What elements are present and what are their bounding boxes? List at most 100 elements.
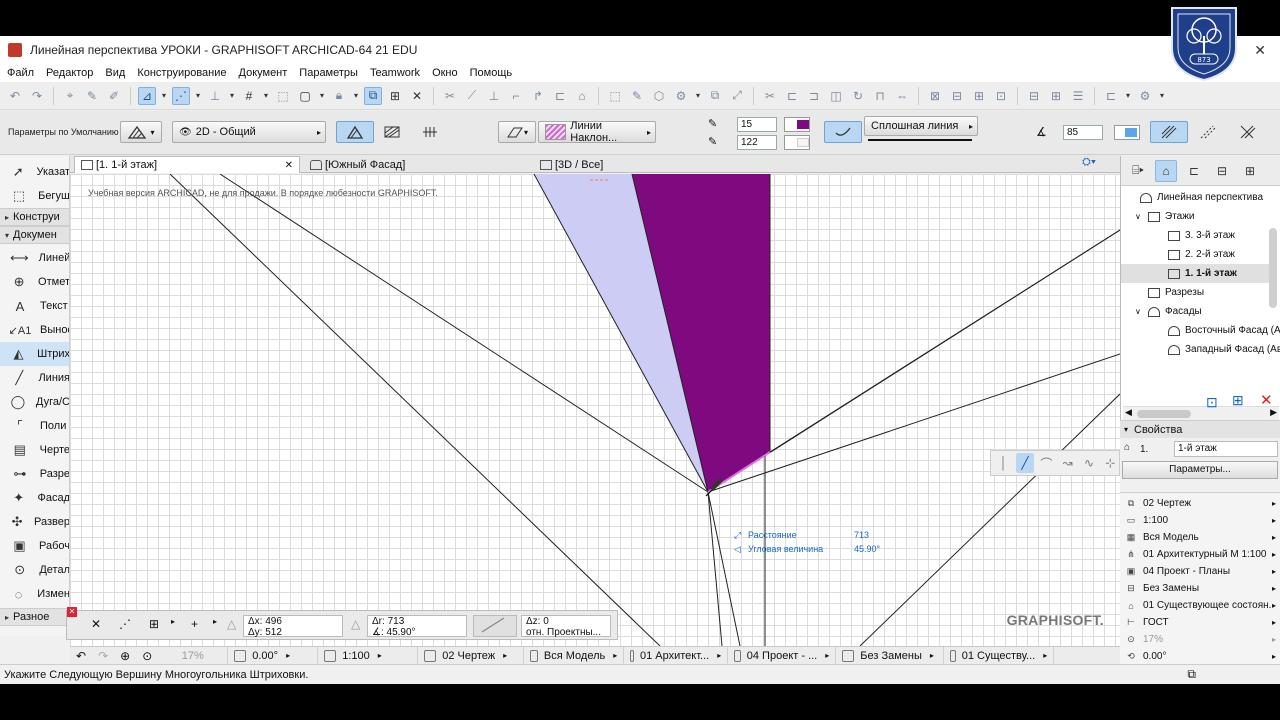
tool-arrow[interactable]: ➚ Указат [0, 160, 69, 184]
mirror-icon[interactable]: ◫ [827, 87, 845, 105]
align-icon[interactable]: ⊏ [783, 87, 801, 105]
rotation-option[interactable]: 0.00° ▸ [228, 646, 319, 665]
dropdown-arrow-icon[interactable]: ▾ [1124, 87, 1132, 105]
pen-set-option[interactable]: 01 Архитект... ▸ [624, 646, 729, 665]
intersect-icon[interactable]: ⌐ [507, 87, 525, 105]
scroll-left-icon[interactable]: ◀ [1125, 407, 1132, 418]
resize-icon[interactable]: ⤢ [728, 87, 746, 105]
dz-toggle[interactable] [473, 615, 517, 637]
stretch-icon[interactable]: ⇔ [893, 87, 911, 105]
undo-icon[interactable]: ↶ [6, 87, 24, 105]
lp-row-override[interactable]: ⊟ Без Замены ▸ [1120, 580, 1280, 597]
tool-fill[interactable]: ◭ Штрих [0, 342, 69, 366]
snap-points-icon[interactable]: ⊥ [206, 87, 224, 105]
tab-floor-plan-1[interactable]: [1. 1-й этаж] ✕ [74, 156, 300, 173]
vertical-scrollbar[interactable] [1269, 228, 1277, 308]
roof-icon[interactable]: ⌂ [573, 87, 591, 105]
project-map-icon[interactable]: ⌂ [1155, 159, 1177, 182]
window-tile-icon[interactable]: ⊟ [1025, 87, 1043, 105]
override-option[interactable]: Без Замены ▸ [836, 646, 945, 665]
dropdown-arrow-icon[interactable]: ▾ [318, 87, 326, 105]
menu-file[interactable]: Файл [0, 67, 40, 79]
floor-plan-canvas[interactable]: Учебная версия ARCHICAD, не для продажи.… [70, 174, 1120, 646]
crosshair-icon[interactable]: + [191, 617, 198, 631]
tab-list-icon[interactable]: ⛭▾ [1082, 156, 1096, 169]
lp-row-layers[interactable]: ⧉ 02 Чертеж ▸ [1120, 495, 1280, 512]
zoom-value[interactable]: 17% [158, 646, 229, 665]
distribute-icon[interactable]: ⊐ [805, 87, 823, 105]
tree-item-east-elevation[interactable]: Восточный Фасад (Ав [1155, 321, 1280, 340]
layout-icon[interactable]: ⊞ [970, 87, 988, 105]
grid-snap-icon[interactable]: # [240, 87, 258, 105]
tool-section[interactable]: ⊶ Разре [0, 462, 69, 486]
status-window-icon[interactable]: ⧉ [1187, 667, 1196, 682]
scale-option[interactable]: 1:100 ▸ [318, 646, 419, 665]
section-marker-icon[interactable]: ⊠ [926, 87, 944, 105]
dropdown-arrow-icon[interactable]: ▾ [262, 87, 270, 105]
lp-row-zoom[interactable]: ⊙ 17% ▸ [1120, 631, 1280, 648]
lp-row-renovation[interactable]: ⌂ 01 Существующее состоян. ▸ [1120, 597, 1280, 614]
tree-item-story-3[interactable]: 3. 3-й этаж [1155, 226, 1235, 245]
lp-row-dimension[interactable]: ⊢ ГОСТ ▸ [1120, 614, 1280, 631]
zoom-in-icon[interactable]: ⊕ [114, 647, 136, 665]
layer-combo-option[interactable]: 02 Чертеж ▸ [418, 646, 525, 665]
teamwork-icon[interactable]: ⊞ [386, 87, 404, 105]
rotate-icon[interactable]: ↻ [849, 87, 867, 105]
fill-settings-button[interactable]: ▾ [120, 121, 162, 143]
fill-mode-cover-button[interactable] [376, 121, 408, 143]
view-map-icon[interactable]: ⊏ [1183, 160, 1205, 182]
dropdown-arrow-icon[interactable]: ▾ [228, 87, 236, 105]
pick-up-icon[interactable]: ⌖ [61, 87, 79, 105]
tree-item-story-1[interactable]: 1. 1-й этаж [1121, 264, 1271, 283]
menu-design[interactable]: Конструирование [131, 67, 232, 79]
tab-south-elevation[interactable]: [Южный Фасад] [304, 156, 530, 173]
layers-icon[interactable]: ⧉ [706, 87, 724, 105]
edit-icon[interactable]: ✎ [628, 87, 646, 105]
dropdown-arrow-icon[interactable]: ▾ [160, 87, 168, 105]
publisher-icon[interactable]: ⊞ [1239, 160, 1261, 182]
tool-elevation[interactable]: ✦ Фасад [0, 486, 69, 510]
navigator-menu-icon[interactable]: ⌸▸ [1127, 160, 1149, 182]
dropdown-arrow-icon[interactable]: ▾ [194, 87, 202, 105]
redo-icon[interactable]: ↷ [28, 87, 46, 105]
tree-item-stories[interactable]: ∨ Этажи [1135, 207, 1195, 226]
tool-interior-elevation[interactable]: ✣ Развер [0, 510, 69, 534]
dropdown-arrow-icon[interactable]: ▾ [352, 87, 360, 105]
settings-button[interactable]: Параметры... [1122, 461, 1278, 479]
snap-mode-icon[interactable]: ⋰ [119, 617, 131, 631]
tool-text[interactable]: A Текст [0, 294, 69, 318]
hotlink-icon[interactable]: ⬡ [650, 87, 668, 105]
menu-help[interactable]: Помощь [464, 67, 519, 79]
group-document[interactable]: ▾ Докумен [0, 226, 69, 244]
menu-view[interactable]: Вид [99, 67, 131, 79]
group-icon[interactable]: ⬚ [606, 87, 624, 105]
line-type-button[interactable] [824, 121, 862, 143]
dr-angle-field[interactable]: Δr: 713 ∡: 45.90° [367, 615, 467, 638]
fill-background-swatch[interactable] [1114, 125, 1140, 140]
cut-icon[interactable]: ✂ [761, 87, 779, 105]
tree-item-sections[interactable]: Разрезы [1135, 283, 1204, 302]
model-view-option[interactable]: Вся Модель ▸ [524, 646, 625, 665]
trim-icon[interactable]: ✂ [441, 87, 459, 105]
scrollbar-thumb[interactable] [1137, 410, 1191, 418]
tab-close-icon[interactable]: ✕ [285, 160, 293, 171]
menu-teamwork[interactable]: Teamwork [364, 67, 426, 79]
menu-options[interactable]: Параметры [293, 67, 364, 79]
eyedropper-icon[interactable]: ✐ [105, 87, 123, 105]
fill-type-dropdown[interactable]: Линии Наклон... ▸ [538, 120, 656, 144]
menu-window[interactable]: Окно [426, 67, 464, 79]
cancel-icon[interactable]: ✕ [91, 617, 101, 631]
dx-dy-field[interactable]: Δx: 496 Δy: 512 [243, 615, 343, 638]
inject-icon[interactable]: ✎ [83, 87, 101, 105]
dropdown-arrow-icon[interactable]: ▾ [1158, 87, 1166, 105]
arc-segment-icon[interactable]: ⌒ [1038, 453, 1055, 473]
guide-line-icon[interactable]: ⊿ [138, 86, 156, 105]
redo-view-icon[interactable]: ↷ [92, 647, 114, 665]
display-option[interactable]: 04 Проект - ... ▸ [728, 646, 837, 665]
tool-detail[interactable]: ⊙ Детал [0, 558, 69, 582]
fillet-icon[interactable]: ↱ [529, 87, 547, 105]
straight-segment-icon[interactable]: ╱ [1016, 453, 1034, 473]
tree-item-project[interactable]: Линейная перспектива [1127, 188, 1263, 207]
tool-level-dimension[interactable]: ⊕ Отмет [0, 270, 69, 294]
lp-row-model-view[interactable]: ▦ Вся Модель ▸ [1120, 529, 1280, 546]
